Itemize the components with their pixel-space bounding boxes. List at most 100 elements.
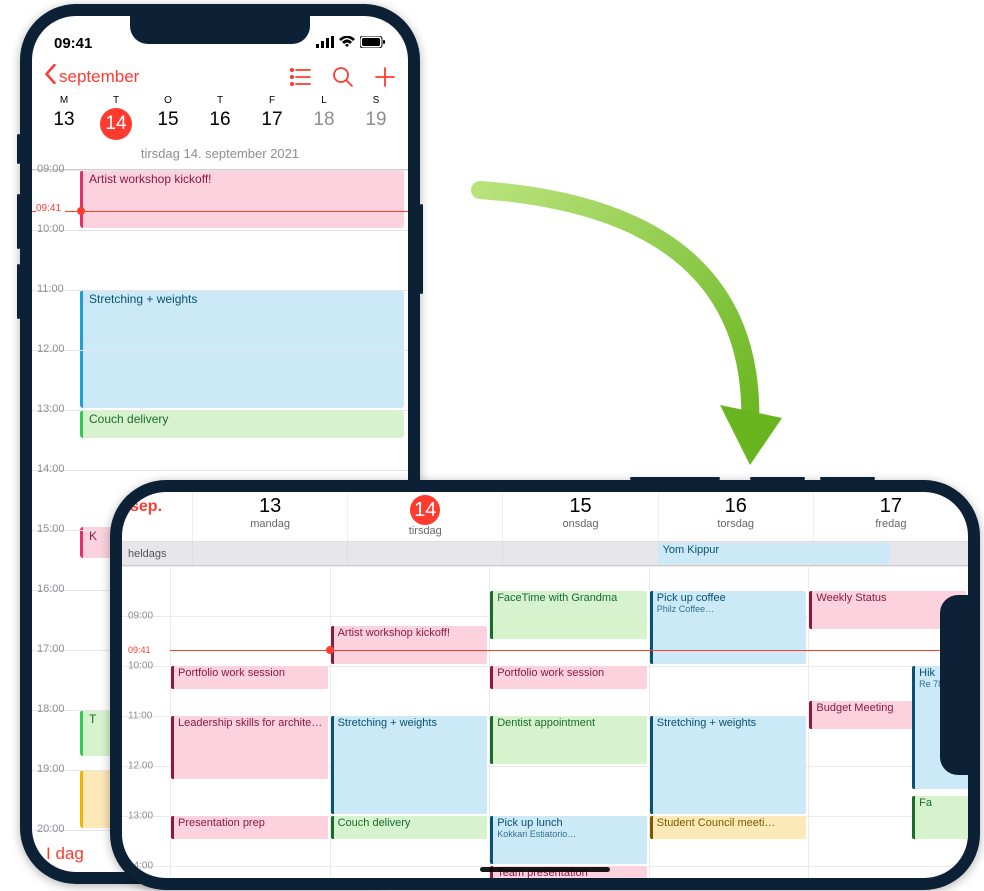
notch xyxy=(940,595,968,775)
event-title: Fa xyxy=(919,797,932,809)
hour-label: 12.00 xyxy=(128,761,153,772)
event-title: Student Council meeti… xyxy=(657,817,776,829)
hour-label: 16:00 xyxy=(37,583,65,595)
day-number: 16 xyxy=(659,495,813,518)
hour-label: 19:00 xyxy=(37,763,65,775)
hour-label: 09:00 xyxy=(128,611,153,622)
week-day-16[interactable]: T16 xyxy=(194,95,246,140)
event-block[interactable]: Student Council meeti… xyxy=(650,816,807,839)
weekday-number: 16 xyxy=(194,109,246,131)
today-button[interactable]: I dag xyxy=(46,844,84,864)
chevron-left-icon xyxy=(44,64,57,89)
weekday-number: 13 xyxy=(38,109,90,131)
day-name: onsdag xyxy=(503,518,657,530)
event-block[interactable]: Pick up lunchKokkari Estiatorio… xyxy=(490,816,647,864)
week-day-13[interactable]: M13 xyxy=(38,95,90,140)
landscape-screen: sep. 13mandag14tirsdag15onsdag16torsdag1… xyxy=(122,492,968,878)
navigation-bar: september xyxy=(32,60,408,95)
phone-landscape-frame: sep. 13mandag14tirsdag15onsdag16torsdag1… xyxy=(110,480,980,890)
event-block[interactable]: Portfolio work session xyxy=(490,666,647,689)
event-block[interactable]: Pick up coffeePhilz Coffee… xyxy=(650,591,807,664)
day-number: 17 xyxy=(814,495,968,518)
allday-col xyxy=(502,542,657,565)
weekday-letter: T xyxy=(90,95,142,106)
event-block[interactable]: Stretching + weights xyxy=(650,716,807,814)
event-block[interactable]: Dentist appointment xyxy=(490,716,647,764)
landscape-week-header: sep. 13mandag14tirsdag15onsdag16torsdag1… xyxy=(122,492,968,542)
list-view-button[interactable] xyxy=(290,68,312,86)
land-day-17[interactable]: 17fredag xyxy=(813,492,968,541)
current-time-dot xyxy=(326,646,334,654)
week-day-19[interactable]: S19 xyxy=(350,95,402,140)
rotation-arrow-icon xyxy=(420,170,800,510)
event-block[interactable]: FaceTime with Grandma xyxy=(490,591,647,639)
weekday-number: 14 xyxy=(100,108,132,140)
event-block[interactable]: Presentation prep xyxy=(171,816,328,839)
day-number: 13 xyxy=(193,495,347,518)
search-button[interactable] xyxy=(332,66,354,88)
hour-label: 18:00 xyxy=(37,703,65,715)
back-button[interactable]: september xyxy=(44,64,139,89)
hour-label: 10:00 xyxy=(128,661,153,672)
allday-event[interactable]: Yom Kippur xyxy=(658,543,891,564)
month-label[interactable]: sep. xyxy=(122,492,192,541)
allday-row: heldags Yom Kippur xyxy=(122,542,968,566)
week-day-15[interactable]: O 15 xyxy=(142,95,194,140)
land-day-16[interactable]: 16torsdag xyxy=(658,492,813,541)
week-day-17[interactable]: F17 xyxy=(246,95,298,140)
status-time: 09:41 xyxy=(54,35,92,52)
cellular-icon xyxy=(316,35,334,52)
hour-label: 20:00 xyxy=(37,823,65,835)
event-subtitle: Kokkari Estiatorio… xyxy=(497,829,643,839)
weekday-number: 18 xyxy=(298,109,350,131)
hour-label: 14:00 xyxy=(128,861,153,872)
weekday-letter: O xyxy=(142,95,194,106)
event-block[interactable]: Couch delivery xyxy=(331,816,488,839)
hour-label: 13:00 xyxy=(37,403,65,415)
allday-col xyxy=(192,542,347,565)
day-name: tirsdag xyxy=(348,525,502,537)
hour-label: 12.00 xyxy=(37,343,65,355)
event-block[interactable]: Fa xyxy=(912,796,968,839)
land-day-13[interactable]: 13mandag xyxy=(192,492,347,541)
event-title: Stretching + weights xyxy=(338,717,437,729)
current-time-label: 09:41 xyxy=(128,645,151,655)
hour-row: 12.00 xyxy=(32,350,408,410)
hour-label: 09:00 xyxy=(37,163,65,175)
add-event-button[interactable] xyxy=(374,66,396,88)
event-block[interactable]: Artist workshop kickoff! xyxy=(331,626,488,664)
landscape-timeline[interactable]: 09:0010:0011:0012.0013:0014:00Portfolio … xyxy=(122,566,968,878)
event-title: Leadership skills for architects xyxy=(178,717,325,729)
event-title: Weekly Status xyxy=(816,592,886,604)
week-header: M13T 14 O 15T16F17L 18S19 xyxy=(32,95,408,140)
back-label: september xyxy=(59,67,139,87)
event-title: Hik xyxy=(919,667,935,679)
event-title: Artist workshop kickoff! xyxy=(338,627,450,639)
hour-row: 10:00 xyxy=(32,230,408,290)
event-block[interactable]: Stretching + weights xyxy=(331,716,488,814)
event-title: Dentist appointment xyxy=(497,717,595,729)
hour-label: 11:00 xyxy=(128,711,152,722)
day-name: fredag xyxy=(814,518,968,530)
home-indicator[interactable] xyxy=(480,867,610,872)
day-name: torsdag xyxy=(659,518,813,530)
event-title: Portfolio work session xyxy=(178,667,285,679)
event-block[interactable]: Portfolio work session xyxy=(171,666,328,689)
current-time-indicator: 09:41 xyxy=(32,211,408,212)
land-day-14[interactable]: 14tirsdag xyxy=(347,492,502,541)
week-day-14[interactable]: T 14 xyxy=(90,95,142,140)
hour-label: 11:00 xyxy=(37,283,64,295)
selected-date-label: tirsdag 14. september 2021 xyxy=(32,140,408,170)
weekday-letter: L xyxy=(298,95,350,106)
event-title: FaceTime with Grandma xyxy=(497,592,617,604)
weekday-number: 15 xyxy=(142,109,194,131)
event-block[interactable]: Leadership skills for architects xyxy=(171,716,328,779)
week-day-18[interactable]: L 18 xyxy=(298,95,350,140)
hour-row: 09:00 xyxy=(32,170,408,230)
wifi-icon xyxy=(339,35,355,52)
land-day-15[interactable]: 15onsdag xyxy=(502,492,657,541)
hour-label: 14:00 xyxy=(37,463,65,475)
day-number: 14 xyxy=(410,495,440,525)
day-number: 15 xyxy=(503,495,657,518)
event-title: Portfolio work session xyxy=(497,667,604,679)
